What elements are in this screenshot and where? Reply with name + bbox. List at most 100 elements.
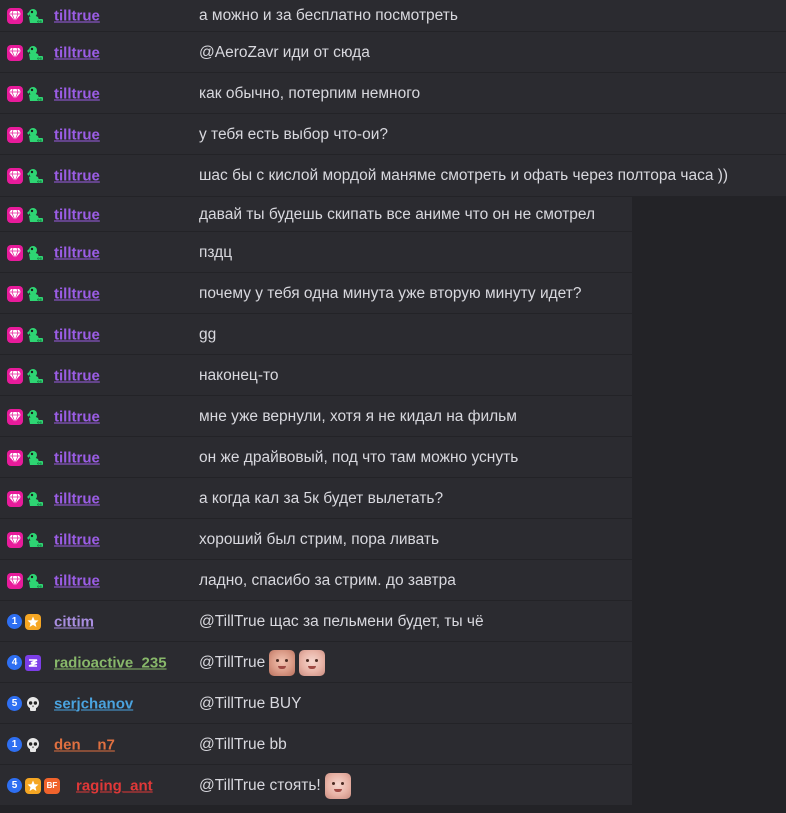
username-link[interactable]: tilltrue — [54, 449, 100, 466]
badge-group: ee — [7, 126, 44, 144]
svg-text:ee: ee — [37, 379, 42, 383]
username-link[interactable]: tilltrue — [54, 490, 100, 507]
diamond-badge-icon[interactable] — [7, 449, 23, 466]
username-link[interactable]: tilltrue — [54, 44, 100, 61]
green-creature-badge-icon[interactable]: ee — [26, 573, 44, 589]
badge-group: ee — [7, 367, 44, 385]
green-creature-badge-icon[interactable]: ee — [26, 368, 44, 384]
chat-message-row: 4 radioactive_235 @TillTrue — [0, 642, 786, 683]
message-body: @TillTrue стоять! — [199, 776, 321, 794]
diamond-badge-icon[interactable] — [7, 531, 23, 548]
green-creature-badge-icon[interactable]: ee — [26, 409, 44, 425]
diamond-badge-icon[interactable] — [7, 85, 23, 102]
username-link[interactable]: tilltrue — [54, 8, 100, 25]
message-text: @TillTrue щас за пельмени будет, ты чё — [199, 613, 484, 631]
message-text: пздц — [199, 244, 232, 262]
chat-message-row: 5 BF raging_ant @TillTrue стоять! — [0, 765, 786, 806]
badge-group: ee — [7, 85, 44, 103]
message-body: gg — [199, 325, 217, 343]
row-background — [0, 114, 786, 155]
chat-message-row: 1 cittim @TillTrue щас за пельмени будет, … — [0, 601, 786, 642]
sub-tier-badge[interactable]: 1 — [7, 737, 22, 752]
svg-text:ee: ee — [37, 218, 42, 222]
username-link[interactable]: tilltrue — [54, 572, 100, 589]
message-body: хороший был стрим, пора ливать — [199, 530, 440, 548]
green-creature-badge-icon[interactable]: ee — [26, 450, 44, 466]
diamond-badge-icon[interactable] — [7, 8, 23, 24]
green-creature-badge-icon[interactable]: ee — [26, 86, 44, 102]
emote-image[interactable] — [269, 649, 296, 676]
badge-group: 5 — [7, 695, 41, 713]
chat-message-row: ee tilltrue мне уже вернули, хотя я не кид… — [0, 396, 786, 437]
message-body: @AeroZavr иди от сюда — [199, 43, 370, 61]
emote-image[interactable] — [299, 649, 326, 676]
skull-badge-icon[interactable] — [25, 737, 41, 753]
username-link[interactable]: tilltrue — [54, 326, 100, 343]
badge-group: ee — [7, 7, 44, 25]
emote-image[interactable] — [324, 772, 351, 799]
diamond-badge-icon[interactable] — [7, 326, 23, 343]
message-text: @TillTrue bb — [199, 736, 287, 754]
green-creature-badge-icon[interactable]: ee — [26, 45, 44, 61]
green-creature-badge-icon[interactable]: ee — [26, 245, 44, 261]
star-badge-icon[interactable] — [25, 613, 41, 630]
green-creature-badge-icon[interactable]: ee — [26, 207, 44, 223]
username-link[interactable]: tilltrue — [54, 244, 100, 261]
username-link[interactable]: serjchanov — [54, 695, 133, 712]
username-link[interactable]: raging_ant — [76, 777, 153, 794]
diamond-badge-icon[interactable] — [7, 168, 23, 184]
message-body: как обычно, потерпим немного — [199, 84, 421, 102]
badge-group: 5 BF — [7, 777, 60, 795]
message-text: почему у тебя одна минута уже вторую мин… — [199, 285, 581, 303]
diamond-badge-icon[interactable] — [7, 490, 23, 507]
chat-message-row: ee tilltrue @AeroZavr иди от сюда — [0, 32, 786, 73]
diamond-badge-icon[interactable] — [7, 285, 23, 302]
message-body: он же драйвовый, под что там можно уснут… — [199, 448, 519, 466]
green-creature-badge-icon[interactable]: ee — [26, 127, 44, 143]
message-body: ладно, спасибо за стрим. до завтра — [199, 571, 456, 589]
username-link[interactable]: tilltrue — [54, 367, 100, 384]
green-creature-badge-icon[interactable]: ee — [26, 286, 44, 302]
star-badge-icon[interactable] — [25, 777, 41, 794]
message-text: ладно, спасибо за стрим. до завтра — [199, 572, 456, 590]
sub-tier-badge[interactable]: 5 — [7, 778, 22, 793]
green-creature-badge-icon[interactable]: ee — [26, 491, 44, 507]
bf-badge[interactable]: BF — [44, 777, 60, 794]
badge-group: ee — [7, 531, 44, 549]
username-link[interactable]: tilltrue — [54, 85, 100, 102]
diamond-badge-icon[interactable] — [7, 126, 23, 143]
skull-badge-icon[interactable] — [25, 696, 41, 712]
username-link[interactable]: tilltrue — [54, 168, 100, 185]
diamond-badge-icon[interactable] — [7, 367, 23, 384]
username-link[interactable]: tilltrue — [54, 126, 100, 143]
diamond-badge-icon[interactable] — [7, 44, 23, 61]
username-link[interactable]: tilltrue — [54, 408, 100, 425]
green-creature-badge-icon[interactable]: ee — [26, 327, 44, 343]
username-link[interactable]: den__n7 — [54, 736, 115, 753]
diamond-badge-icon[interactable] — [7, 408, 23, 425]
sub-tier-badge[interactable]: 1 — [7, 614, 22, 629]
diamond-badge-icon[interactable] — [7, 244, 23, 261]
message-body: а когда кал за 5к будет вылетать? — [199, 489, 444, 507]
badge-group: ee — [7, 449, 44, 467]
svg-text:ee: ee — [37, 56, 42, 60]
diamond-badge-icon[interactable] — [7, 572, 23, 589]
username-link[interactable]: radioactive_235 — [54, 654, 167, 671]
svg-text:ee: ee — [37, 19, 42, 23]
diamond-badge-icon[interactable] — [7, 206, 23, 223]
snake-badge-icon[interactable] — [25, 654, 41, 671]
sub-tier-badge[interactable]: 4 — [7, 655, 22, 670]
username-link[interactable]: cittim — [54, 613, 94, 630]
green-creature-badge-icon[interactable]: ee — [26, 8, 44, 24]
message-body: @TillTrue BUY — [199, 694, 302, 712]
username-link[interactable]: tilltrue — [54, 206, 100, 223]
green-creature-badge-icon[interactable]: ee — [26, 168, 44, 184]
green-creature-badge-icon[interactable]: ee — [26, 532, 44, 548]
chat-message-row: ee tilltrue gg — [0, 314, 786, 355]
sub-tier-badge[interactable]: 5 — [7, 696, 22, 711]
username-link[interactable]: tilltrue — [54, 285, 100, 302]
message-text: хороший был стрим, пора ливать — [199, 531, 439, 549]
message-text: шас бы с кислой мордой маняме смотреть и… — [199, 167, 728, 185]
username-link[interactable]: tilltrue — [54, 531, 100, 548]
badge-group: ee — [7, 572, 44, 590]
